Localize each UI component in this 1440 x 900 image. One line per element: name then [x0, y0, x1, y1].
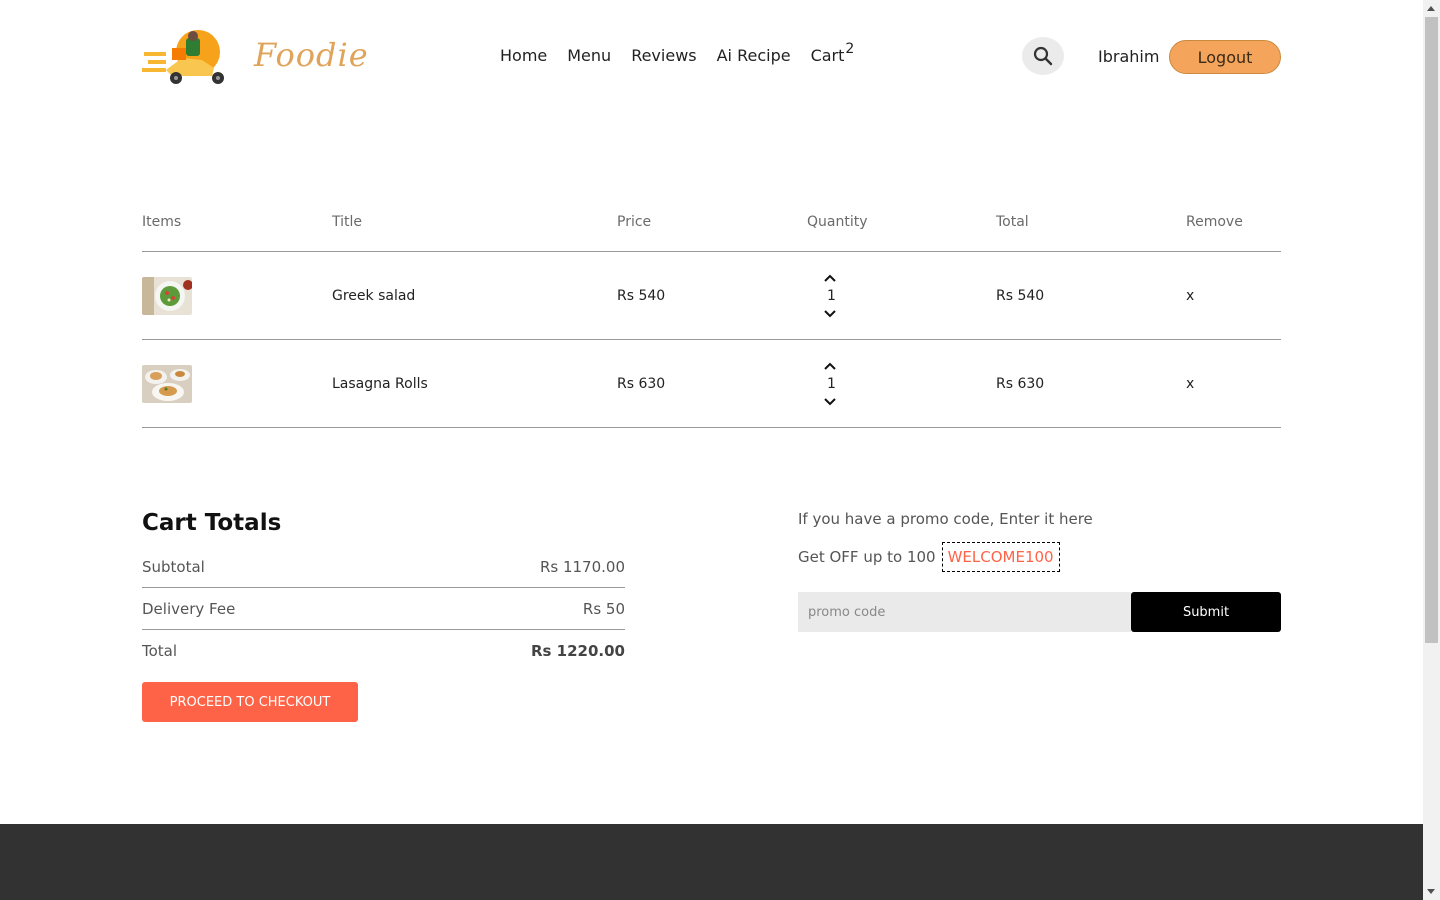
col-remove: Remove — [1186, 214, 1243, 230]
search-icon — [1033, 46, 1053, 66]
cart-totals: Cart Totals Subtotal Rs 1170.00 Delivery… — [142, 510, 625, 722]
subtotal-label: Subtotal — [142, 557, 205, 576]
remove-button[interactable]: x — [1186, 376, 1281, 392]
greek-salad-image — [142, 276, 192, 315]
chevron-up-icon[interactable] — [823, 270, 837, 286]
promo-code-input[interactable] — [798, 592, 1131, 632]
nav-cart-label: Cart — [810, 46, 845, 65]
chevron-up-icon[interactable] — [823, 358, 837, 374]
subtotal-row: Subtotal Rs 1170.00 — [142, 546, 625, 588]
username: Ibrahim — [1098, 47, 1160, 66]
item-title: Greek salad — [332, 287, 416, 304]
col-title: Title — [332, 214, 363, 230]
cart-page: Foodie Home Menu Reviews Ai Recipe Cart2… — [0, 0, 1423, 900]
proceed-to-checkout-button[interactable]: PROCEED TO CHECKOUT — [142, 682, 358, 722]
promo-form: Submit — [798, 592, 1281, 632]
brand-name: Foodie — [254, 36, 369, 74]
quantity-value: 1 — [827, 375, 836, 392]
nav-reviews[interactable]: Reviews — [631, 46, 696, 65]
quantity-stepper: 1 — [807, 270, 996, 322]
table-header: Items Title Price Quantity Total Remove — [142, 212, 1281, 252]
search-button[interactable] — [1022, 37, 1064, 75]
nav-ai-recipe[interactable]: Ai Recipe — [717, 46, 791, 65]
main-nav: Home Menu Reviews Ai Recipe Cart2 — [500, 41, 855, 65]
delivery-fee-row: Delivery Fee Rs 50 — [142, 588, 625, 630]
chevron-down-icon[interactable] — [823, 394, 837, 410]
scroll-up-icon[interactable] — [1427, 6, 1435, 11]
item-total: Rs 630 — [996, 375, 1045, 392]
table-row: Greek salad Rs 540 1 Rs 540 x — [142, 252, 1281, 340]
col-quantity: Quantity — [807, 214, 868, 230]
item-price: Rs 540 — [617, 287, 666, 304]
promo-instructions: If you have a promo code, Enter it here — [798, 510, 1093, 528]
table-row: Lasagna Rolls Rs 630 1 Rs 630 x — [142, 340, 1281, 428]
footer — [0, 824, 1423, 900]
promo-section: If you have a promo code, Enter it here … — [798, 510, 1281, 632]
nav-cart[interactable]: Cart2 — [810, 41, 855, 65]
promo-offer-text: Get OFF up to 100 — [798, 548, 936, 566]
logout-button[interactable]: Logout — [1169, 40, 1281, 74]
quantity-value: 1 — [827, 287, 836, 304]
quantity-stepper: 1 — [807, 358, 996, 410]
subtotal-value: Rs 1170.00 — [539, 557, 625, 576]
cart-count-badge: 2 — [845, 41, 855, 57]
cart-table: Items Title Price Quantity Total Remove — [142, 212, 1281, 428]
total-label: Total — [142, 642, 178, 660]
remove-button[interactable]: x — [1186, 288, 1281, 304]
delivery-fee-label: Delivery Fee — [142, 599, 236, 618]
cart-totals-title: Cart Totals — [142, 510, 282, 536]
col-total: Total — [996, 214, 1029, 230]
promo-code-badge[interactable]: WELCOME100 — [941, 542, 1060, 572]
item-price: Rs 630 — [617, 375, 666, 392]
submit-button[interactable]: Submit — [1131, 592, 1281, 632]
delivery-scooter-logo[interactable] — [142, 30, 228, 84]
total-row: Total Rs 1220.00 — [142, 630, 625, 672]
scroll-down-icon[interactable] — [1427, 889, 1435, 894]
lasagna-rolls-image — [142, 364, 192, 403]
chevron-down-icon[interactable] — [823, 306, 837, 322]
scrollbar-thumb[interactable] — [1425, 17, 1438, 643]
col-price: Price — [617, 214, 652, 230]
delivery-fee-value: Rs 50 — [582, 599, 625, 618]
promo-offer: Get OFF up to 100 WELCOME100 — [798, 542, 1281, 572]
item-title: Lasagna Rolls — [332, 375, 428, 392]
nav-home[interactable]: Home — [500, 46, 547, 65]
item-total: Rs 540 — [996, 287, 1045, 304]
col-items: Items — [142, 214, 182, 230]
total-value: Rs 1220.00 — [530, 642, 625, 660]
page-scrollbar[interactable] — [1423, 0, 1440, 900]
nav-menu[interactable]: Menu — [567, 46, 611, 65]
